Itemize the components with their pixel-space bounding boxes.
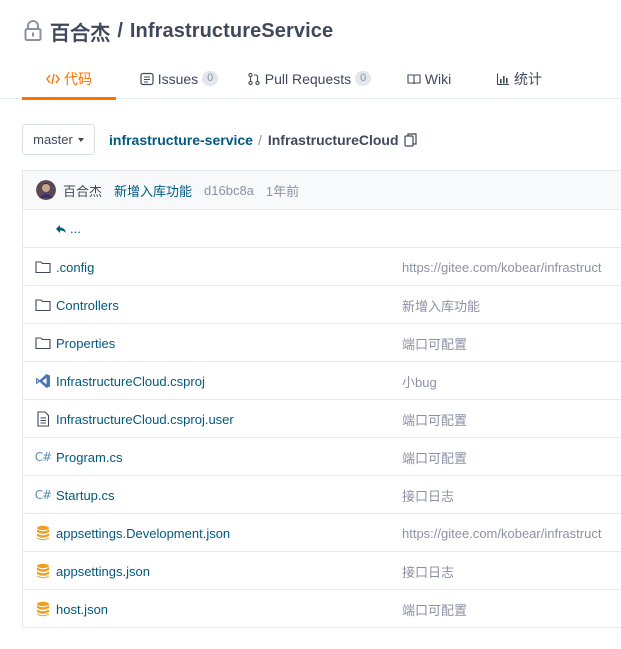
file-name-link[interactable]: appsettings.json xyxy=(56,564,150,579)
table-row: Controllers 新增入库功能 xyxy=(23,286,621,324)
breadcrumb-separator: / xyxy=(257,132,262,148)
code-icon xyxy=(46,72,60,86)
repo-title-separator: / xyxy=(117,19,123,42)
issues-count-badge: 0 xyxy=(202,71,219,86)
table-row: Properties 端口可配置 xyxy=(23,324,621,362)
file-name-link[interactable]: Program.cs xyxy=(56,450,122,465)
csharp-icon: C# xyxy=(34,488,52,502)
file-name-link[interactable]: host.json xyxy=(56,602,108,617)
folder-icon xyxy=(35,259,51,275)
pull-requests-count-badge: 0 xyxy=(355,71,372,86)
file-commit-message[interactable]: 小bug xyxy=(402,362,437,400)
commit-time: 1年前 xyxy=(265,183,300,199)
folder-icon xyxy=(35,297,51,313)
csharp-icon: C# xyxy=(34,450,52,464)
file-commit-message[interactable]: 新增入库功能 xyxy=(402,286,480,324)
repo-tabs: 代码 Issues 0 Pull Requests 0 Wiki 统计 xyxy=(22,58,546,100)
branch-select[interactable]: master xyxy=(22,124,95,155)
table-row: appsettings.json 接口日志 xyxy=(23,552,621,590)
table-row: InfrastructureCloud.csproj.user 端口可配置 xyxy=(23,400,621,438)
breadcrumb: infrastructure-service / InfrastructureC… xyxy=(109,130,418,150)
commit-author[interactable]: 百合杰 xyxy=(63,181,102,200)
file-name-link[interactable]: Properties xyxy=(56,336,115,351)
table-row: InfrastructureCloud.csproj 小bug xyxy=(23,362,621,400)
breadcrumb-root-link[interactable]: infrastructure-service xyxy=(109,132,253,148)
lock-icon xyxy=(24,20,42,42)
file-name-link[interactable]: Startup.cs xyxy=(56,488,115,503)
file-name-link[interactable]: InfrastructureCloud.csproj.user xyxy=(56,412,234,427)
file-commit-message[interactable]: 接口日志 xyxy=(402,476,454,514)
json-database-icon xyxy=(35,601,51,617)
latest-commit-bar: 百合杰 新增入库功能 d16bc8a 1年前 xyxy=(23,171,621,210)
file-list: 百合杰 新增入库功能 d16bc8a 1年前 ... .config https… xyxy=(22,170,621,628)
repo-name-link[interactable]: InfrastructureService xyxy=(130,20,333,43)
table-row: appsettings.Development.json https://git… xyxy=(23,514,621,552)
tab-stats-label: 统计 xyxy=(514,70,542,87)
file-name-link[interactable]: .config xyxy=(56,260,94,275)
table-row: host.json 端口可配置 xyxy=(23,590,621,628)
parent-directory-link[interactable]: ... xyxy=(70,221,81,236)
stats-icon xyxy=(496,72,510,86)
wiki-icon xyxy=(407,72,421,86)
file-commit-message[interactable]: 端口可配置 xyxy=(402,324,467,362)
copy-icon[interactable] xyxy=(403,132,418,148)
file-commit-message[interactable]: 接口日志 xyxy=(402,552,454,590)
branch-name: master xyxy=(33,132,73,147)
file-commit-message[interactable]: https://gitee.com/kobear/infrastruct xyxy=(402,514,601,552)
file-commit-message[interactable]: 端口可配置 xyxy=(402,400,467,438)
commit-sha[interactable]: d16bc8a xyxy=(204,183,254,198)
tab-pull-requests[interactable]: Pull Requests 0 xyxy=(246,58,372,99)
file-commit-message[interactable]: 端口可配置 xyxy=(402,590,467,628)
file-name-link[interactable]: appsettings.Development.json xyxy=(56,526,230,541)
table-row: C# Startup.cs 接口日志 xyxy=(23,476,621,514)
pull-request-icon xyxy=(247,72,261,86)
text-file-icon xyxy=(35,411,51,427)
tab-issues[interactable]: Issues 0 xyxy=(124,58,234,99)
commit-message[interactable]: 新增入库功能 xyxy=(114,181,192,200)
json-database-icon xyxy=(35,525,51,541)
visual-studio-icon xyxy=(35,373,51,389)
repo-owner-link[interactable]: 百合杰 xyxy=(50,17,110,46)
table-row: .config https://gitee.com/kobear/infrast… xyxy=(23,248,621,286)
tab-stats[interactable]: 统计 xyxy=(492,58,546,99)
reply-arrow-icon xyxy=(55,223,67,235)
avatar[interactable] xyxy=(36,180,56,200)
tab-wiki-label: Wiki xyxy=(424,70,452,87)
repo-header: 百合杰 / InfrastructureService 代码 Issues 0 … xyxy=(0,0,621,100)
file-commit-message[interactable]: https://gitee.com/kobear/infrastruct xyxy=(402,248,601,286)
file-name-link[interactable]: Controllers xyxy=(56,298,119,313)
breadcrumb-current: InfrastructureCloud xyxy=(267,132,399,148)
issues-icon xyxy=(140,72,154,86)
file-commit-message[interactable]: 端口可配置 xyxy=(402,438,467,476)
parent-directory-row[interactable]: ... xyxy=(23,210,621,248)
chevron-down-icon xyxy=(77,137,84,142)
folder-icon xyxy=(35,335,51,351)
table-row: C# Program.cs 端口可配置 xyxy=(23,438,621,476)
file-name-link[interactable]: InfrastructureCloud.csproj xyxy=(56,374,205,389)
tab-issues-label: Issues xyxy=(157,70,199,87)
repo-title: 百合杰 / InfrastructureService xyxy=(24,17,333,46)
tab-wiki[interactable]: Wiki xyxy=(404,58,454,99)
json-database-icon xyxy=(35,563,51,579)
tab-code[interactable]: 代码 xyxy=(22,58,116,100)
tab-pull-requests-label: Pull Requests xyxy=(264,70,352,87)
tab-code-label: 代码 xyxy=(64,70,92,87)
